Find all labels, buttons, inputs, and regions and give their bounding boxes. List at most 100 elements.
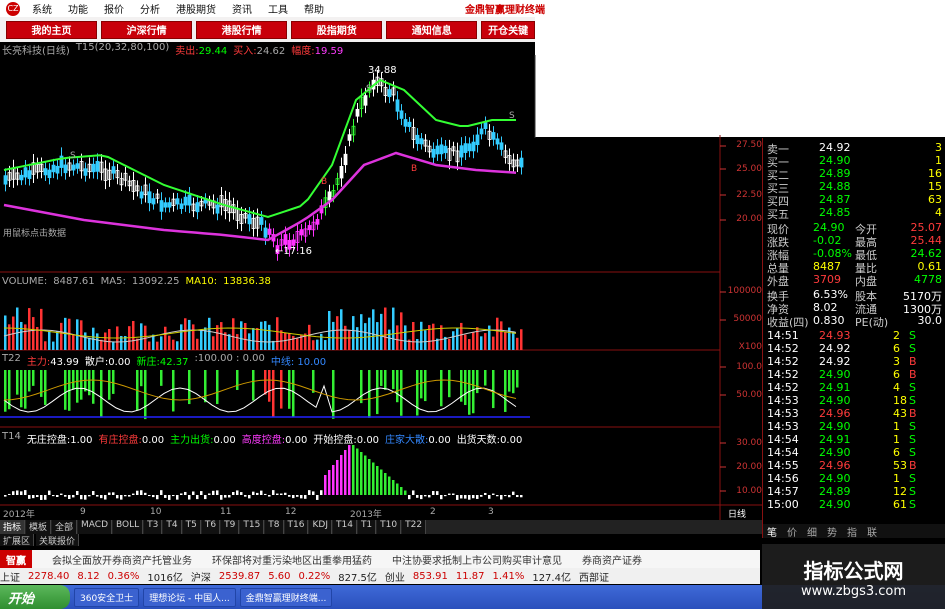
nav-sh-sz-button[interactable]: 沪深行情 <box>101 20 193 39</box>
quote-cell: 4 <box>935 206 942 219</box>
indicator-tab[interactable]: T15 <box>240 520 265 534</box>
start-button[interactable]: 开始 <box>0 585 70 609</box>
nav-notice-button[interactable]: 通知信息 <box>386 20 478 39</box>
index-chg: 8.12 <box>77 570 100 582</box>
quote-tab[interactable]: 势 <box>827 524 837 539</box>
index-chg: 11.87 <box>455 570 485 582</box>
t14-item-value: 0.00 <box>428 435 451 446</box>
indicator-tab[interactable]: 全部 <box>52 520 78 534</box>
index-name[interactable]: 沪深 <box>191 569 211 584</box>
period-label[interactable]: 日线 <box>728 507 746 520</box>
indicator-tab[interactable]: T5 <box>182 520 201 534</box>
quote-cell: 14:53 <box>767 407 799 420</box>
quote-row: 买三 24.88 15 <box>763 180 945 195</box>
indicator-tab[interactable]: T14 <box>332 520 357 534</box>
window-title: 金鼎智赢理财终端 <box>465 5 545 16</box>
indicator-tab[interactable]: T4 <box>163 520 182 534</box>
quote-cell: 1 <box>893 420 900 433</box>
index-bar: 上证 2278.40 8.12 0.36% 1016亿 沪深 2539.87 5.60 0.22… <box>0 568 760 584</box>
quote-cell: -0.02 <box>813 234 842 247</box>
quote-cell: 24.90 <box>819 420 851 433</box>
index-value: 2278.40 <box>28 570 70 582</box>
indicator-tab[interactable]: 指标 <box>0 520 26 534</box>
news-item[interactable]: 中注协要求抵制上市公司购买审计意见 <box>392 552 562 567</box>
indicator-tab[interactable]: T16 <box>284 520 309 534</box>
news-item[interactable]: 券商资产证券 <box>582 552 642 567</box>
t14-item-label: 无庄控盘: <box>26 435 71 446</box>
watermark: 指标公式网 www.zbgs3.com <box>762 544 945 609</box>
taskbar-item-360[interactable]: 360安全卫士 <box>74 587 140 607</box>
quote-row: 14:52 24.90 6 B <box>763 368 945 381</box>
menu-help[interactable]: 帮助 <box>296 1 332 16</box>
indicator-tab[interactable]: T9 <box>221 520 240 534</box>
quote-cell: B <box>909 459 917 472</box>
quote-row: 14:55 24.96 53 B <box>763 459 945 472</box>
indicator-tab[interactable]: BOLL <box>113 520 144 534</box>
menu-analysis[interactable]: 分析 <box>132 1 168 16</box>
index-amt: 1016亿 <box>147 572 183 584</box>
quote-cell: 24.85 <box>819 206 851 219</box>
menu-function[interactable]: 功能 <box>60 1 96 16</box>
menu-news[interactable]: 资讯 <box>224 1 260 16</box>
quote-cell: PE(动) <box>855 316 889 329</box>
menu-tools[interactable]: 工具 <box>260 1 296 16</box>
quote-cell: S <box>909 381 916 394</box>
indicator-tab[interactable]: T3 <box>144 520 163 534</box>
menubar: CZ 系统 功能 报价 分析 港股期货 资讯 工具 帮助 金鼎智赢理财终端 <box>0 0 945 17</box>
indicator-tab[interactable]: T8 <box>265 520 284 534</box>
quote-row: 涨幅 -0.08% 最低 24.62 <box>763 247 945 262</box>
nav-hk-button[interactable]: 港股行情 <box>196 20 288 39</box>
news-item[interactable]: 环保部将对重污染地区出重拳用猛药 <box>212 552 372 567</box>
menu-quote[interactable]: 报价 <box>96 1 132 16</box>
quote-cell: 24.88 <box>819 180 851 193</box>
menu-hk-futures[interactable]: 港股期货 <box>168 1 224 16</box>
quote-cell: 1 <box>893 433 900 446</box>
tab-related-quote[interactable]: 关联报价 <box>36 534 80 547</box>
quote-cell: 24.89 <box>819 167 851 180</box>
indicator-tab[interactable]: T10 <box>377 520 402 534</box>
indicator-tab[interactable]: T22 <box>402 520 427 534</box>
indicator-name: T15(20,32,80,100) <box>75 42 170 53</box>
quote-row: 买一 24.90 1 <box>763 154 945 169</box>
stock-info-line: 长亮科技(日线) T15(20,32,80,100) 卖出:29.44 买入:2… <box>0 42 343 57</box>
menu-system[interactable]: 系统 <box>24 1 60 16</box>
tab-extension[interactable]: 扩展区 <box>0 534 35 547</box>
quote-cell: S <box>909 446 916 459</box>
quote-row: 外盘 3709 内盘 4778 <box>763 273 945 288</box>
indicator-tab[interactable]: MACD <box>78 520 113 534</box>
index-name[interactable]: 创业 <box>385 569 405 584</box>
indicator-tab[interactable]: T1 <box>357 520 377 534</box>
taskbar-item-terminal[interactable]: 金鼎智赢理财终端... <box>239 587 333 607</box>
indicator-tab[interactable]: 模板 <box>26 520 52 534</box>
quote-cell: 3 <box>935 141 942 154</box>
quote-row: 14:56 24.90 1 S <box>763 472 945 485</box>
indicator-tab[interactable]: KDJ <box>309 520 332 534</box>
indicator-tab[interactable]: T6 <box>201 520 221 534</box>
quote-cell: 14:52 <box>767 368 799 381</box>
news-item[interactable]: 会拟全面放开券商资产托管业务 <box>52 552 192 567</box>
quote-tab[interactable]: 联 <box>867 524 877 539</box>
quote-cell: 24.90 <box>819 446 851 459</box>
nav-position-button[interactable]: 开仓关键 <box>481 20 535 39</box>
quote-tab[interactable]: 价 <box>787 524 797 539</box>
index-name[interactable]: 上证 <box>0 569 20 584</box>
t14-item-label: 高度控盘: <box>241 435 286 446</box>
quote-cell: 43 <box>893 407 907 420</box>
quote-row: 15:00 24.90 61 S <box>763 498 945 511</box>
quote-tab[interactable]: 细 <box>807 524 817 539</box>
quote-cell: 14:56 <box>767 472 799 485</box>
nav-index-futures-button[interactable]: 股指期货 <box>291 20 383 39</box>
nav-home-button[interactable]: 我的主页 <box>6 20 98 39</box>
quote-row: 净资 8.02 流通 1300万 <box>763 301 945 316</box>
t14-item-label: 庄家大散: <box>385 435 429 446</box>
buy-signal-1: B <box>411 164 418 174</box>
quote-row: 涨跌 -0.02 最高 25.44 <box>763 234 945 249</box>
quote-tab[interactable]: 笔 <box>767 524 777 539</box>
chart-canvas[interactable] <box>0 55 762 520</box>
indicator-tabs: 指标 模板 全部 MACD BOLL T3 T4 T5 T6 T9 T15 T8 T16 KDJ T14 T1… <box>0 520 762 534</box>
quote-row: 14:53 24.96 43 B <box>763 407 945 420</box>
taskbar-item-forum[interactable]: 理想论坛 - 中国人... <box>143 587 236 607</box>
quote-tab[interactable]: 指 <box>847 524 857 539</box>
t22-bars <box>4 370 519 420</box>
t22-legend: T22 主力:43.99 散户:0.00 新庄:42.37 :100.00 : … <box>2 353 327 368</box>
